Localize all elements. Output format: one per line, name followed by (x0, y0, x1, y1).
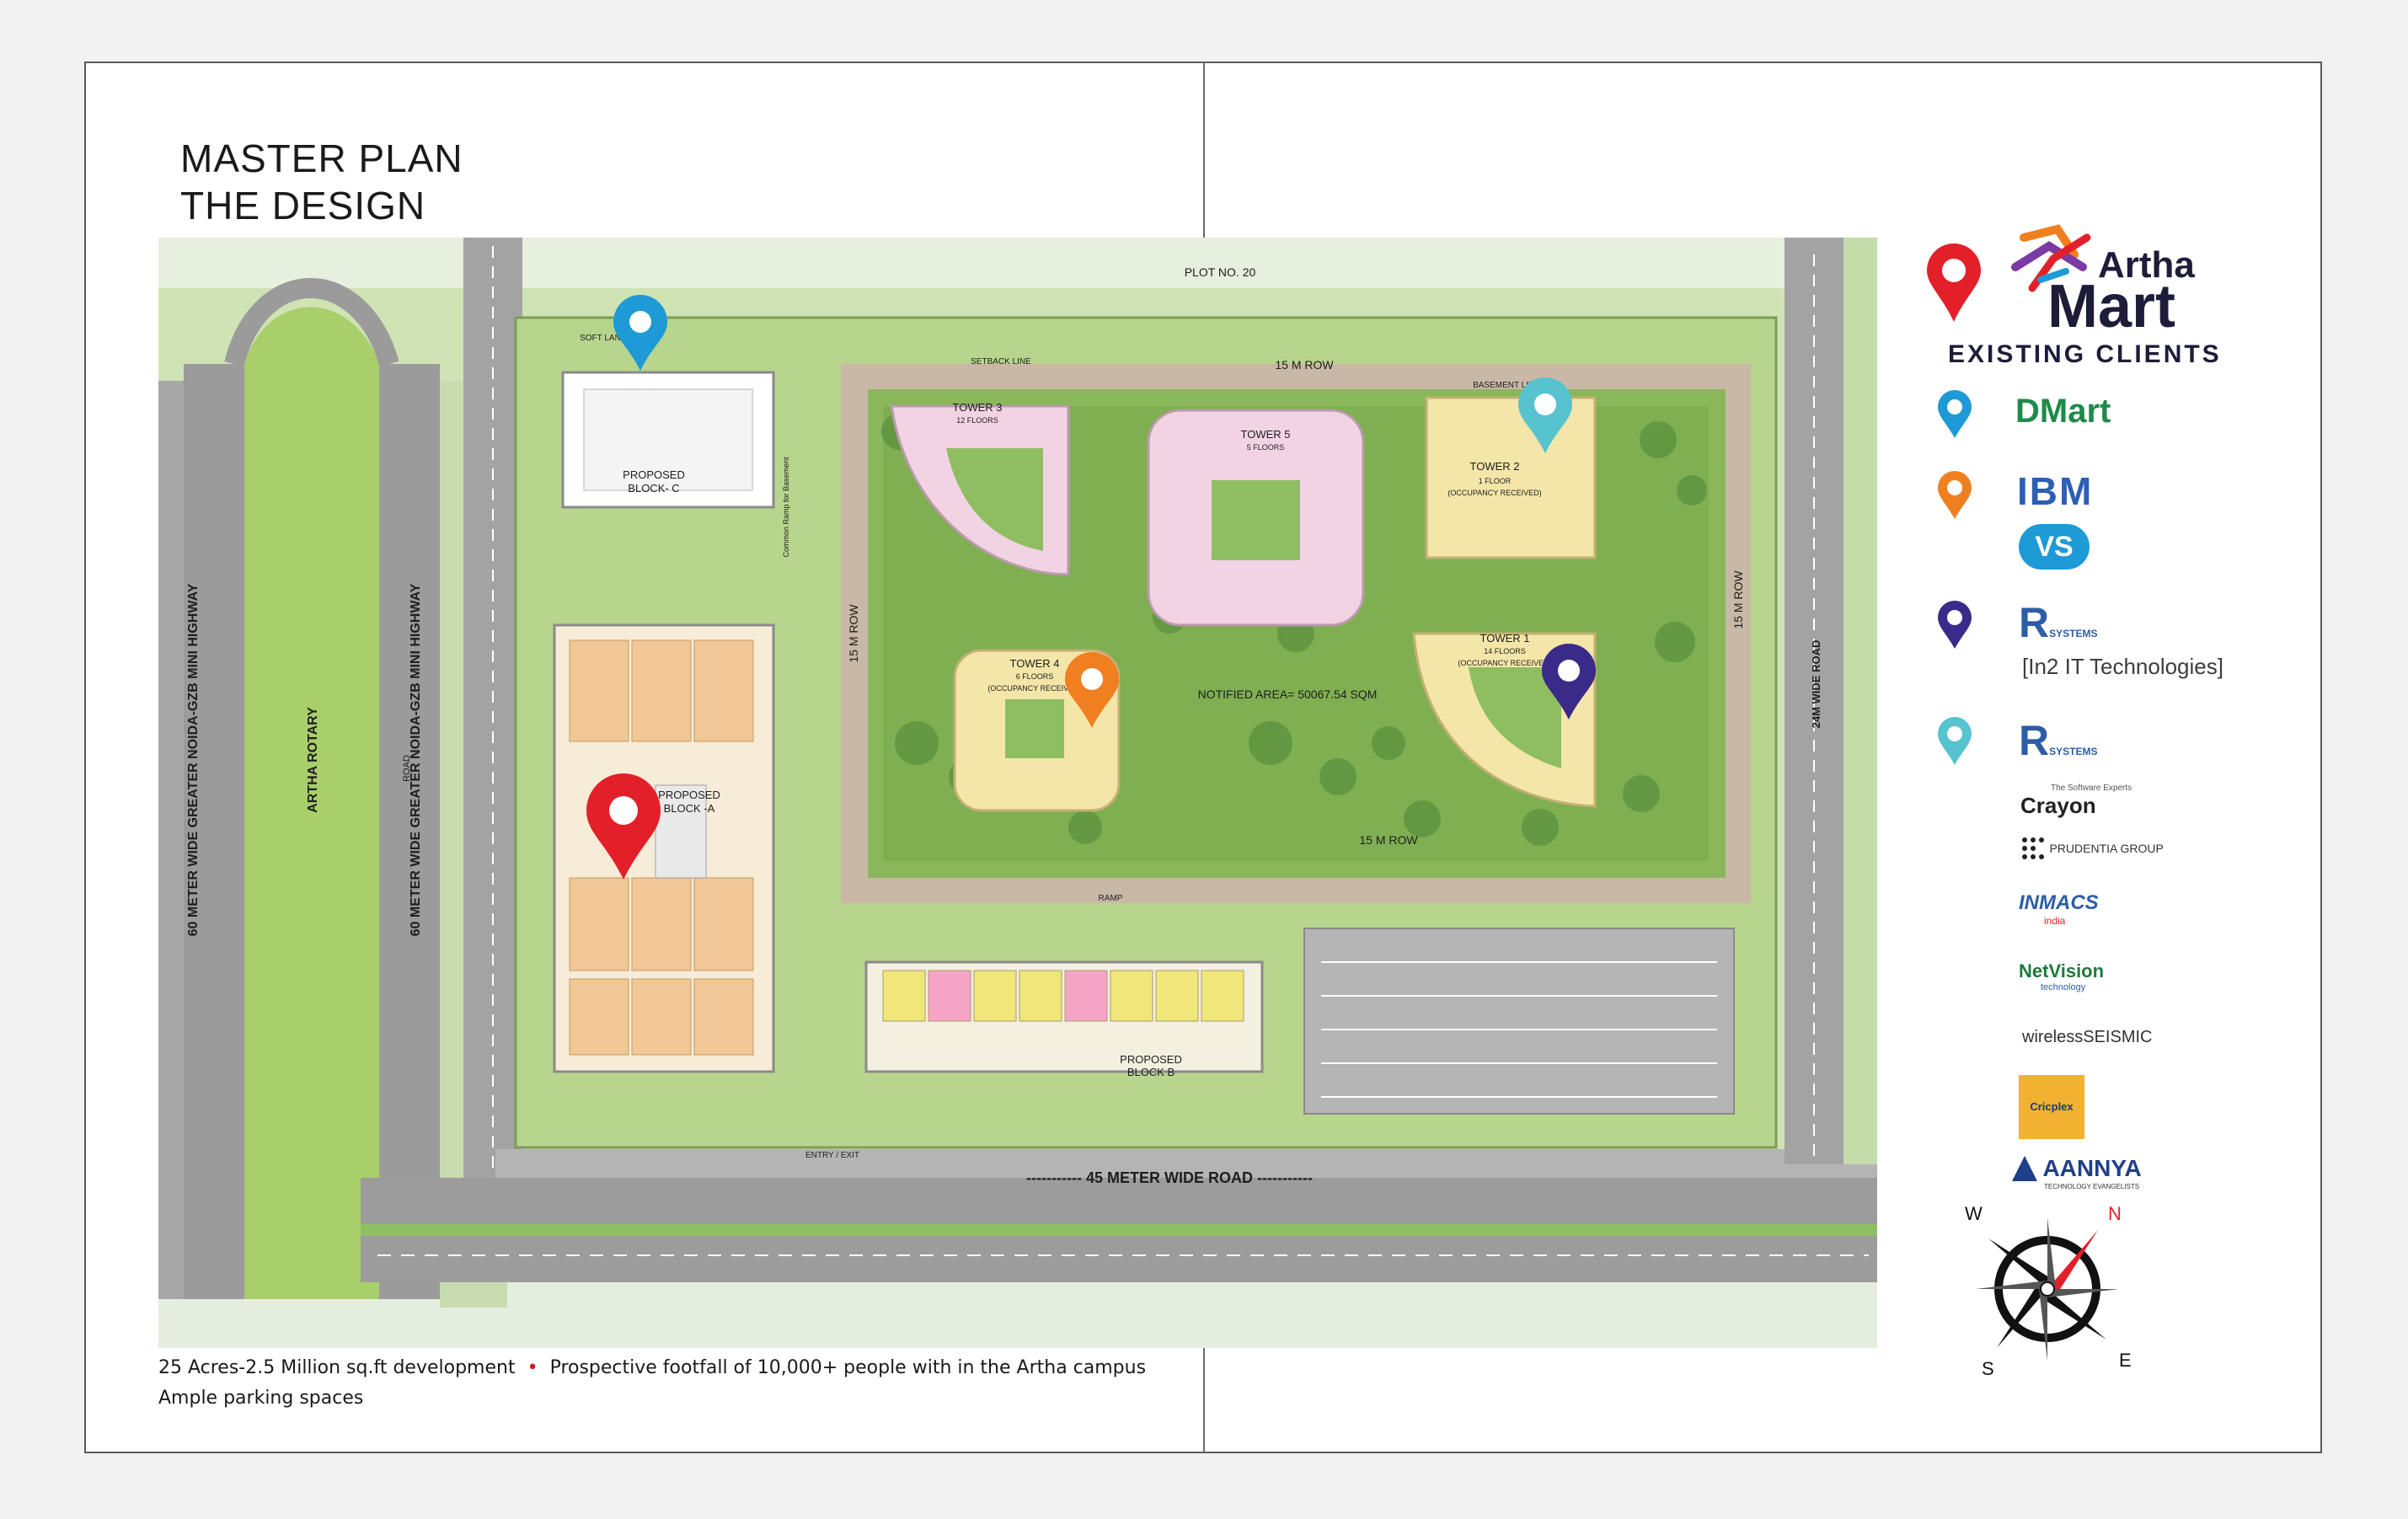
client-crayon-logo: The Software Experts Crayon (2020, 784, 2132, 819)
east-verge (1843, 238, 1877, 1164)
site-plan-drawing: PLOT NO. 20 SOFT LANDSCAPE 15 M ROW 15 M… (158, 238, 1877, 1348)
entry-label: ENTRY / EXIT (805, 1151, 859, 1160)
client-aannya-logo: AANNYA TECHNOLOGY EVANGELISTS (2010, 1154, 2142, 1190)
tower-2-floors: 1 FLOOR (1479, 477, 1512, 485)
block-a-label-1: PROPOSED (658, 789, 720, 801)
tower-5-courtyard (1212, 480, 1300, 560)
fact-area: 25 Acres-2.5 Million sq.ft development (158, 1357, 516, 1378)
row-right-label: 15 M ROW (1731, 570, 1745, 629)
client-inmacs-logo: INMACS india (2019, 891, 2099, 927)
client-cricplex-logo: Cricplex (2019, 1075, 2084, 1139)
45m-road-lane-2 (361, 1236, 1877, 1282)
parking-lot (1303, 928, 1735, 1115)
compass-rose-icon: N E S W (1965, 1203, 2132, 1379)
fact-parking: Ample parking spaces (158, 1388, 364, 1409)
crayon-tagline: The Software Experts (2051, 784, 2132, 793)
tower-4-name: TOWER 4 (1010, 657, 1060, 670)
tower-4-courtyard (1005, 699, 1064, 758)
block-a-label-2: BLOCK -A (664, 802, 715, 815)
client-r-systems-logo: RSYSTEMS (2019, 598, 2097, 647)
fact-footfall: Prospective footfall of 10,000+ people w… (549, 1357, 1147, 1378)
existing-clients-heading: EXISTING CLIENTS (1948, 340, 2222, 368)
45m-road-median (361, 1224, 1877, 1236)
r-systems-text-2: SYSTEMS (2049, 746, 2098, 757)
netvision-sub: technology (2041, 982, 2086, 992)
client-in2it-logo: [In2 IT Technologies] (2022, 654, 2223, 679)
tower-1-name: TOWER 1 (1480, 632, 1530, 645)
r-systems-mark: R (2019, 599, 2050, 646)
legend-pin-orange-icon (1938, 471, 1972, 519)
row-bottom-label: 15 M ROW (1359, 833, 1418, 847)
road-label: ROAD (402, 755, 412, 782)
artha-rotary-label: ARTHA ROTARY (306, 707, 320, 813)
bullet-dot: • (527, 1357, 538, 1378)
aannya-sub: TECHNOLOGY EVANGELISTS (2044, 1183, 2140, 1190)
block-c-label-1: PROPOSED (623, 468, 685, 481)
client-vs-logo: VS (2019, 524, 2090, 570)
tower-5-floors: 5 FLOORS (1247, 443, 1285, 452)
title-line-1: MASTER PLAN (180, 136, 463, 180)
tower-3-floors: 12 FLOORS (956, 416, 998, 425)
title-line-2: THE DESIGN (180, 184, 426, 227)
compass-n: N (2108, 1203, 2122, 1224)
brand-name-mart: Mart (2047, 273, 2176, 340)
plot-label: PLOT NO. 20 (1185, 265, 1256, 279)
crayon-name: Crayon (2020, 793, 2096, 818)
client-prudentia-logo: PRUDENTIA GROUP (2020, 836, 2164, 861)
project-facts: 25 Acres-2.5 Million sq.ft development • P… (158, 1353, 1146, 1414)
tower-2-status: (OCCUPANCY RECEIVED) (1447, 489, 1541, 497)
prudentia-dots-icon (2022, 837, 2044, 859)
block-b-label-2: BLOCK B (1127, 1066, 1175, 1078)
compass-s: S (1982, 1358, 1994, 1379)
compass-e: E (2119, 1350, 2132, 1371)
tower-2-name: TOWER 2 (1470, 460, 1520, 473)
prudentia-name: PRUDENTIA GROUP (2049, 842, 2164, 855)
page-title: MASTER PLAN THE DESIGN (180, 135, 463, 229)
client-wireless-seismic-logo: wirelessSEISMIC (2022, 1028, 2153, 1046)
master-plan-map: PLOT NO. 20 SOFT LANDSCAPE 15 M ROW 15 M… (158, 238, 1877, 1348)
highway-west-lane (158, 381, 184, 1299)
ramp-basement-label: Common Ramp for Basement (782, 457, 790, 558)
aannya-triangle-icon (2012, 1156, 2037, 1181)
block-b-label-1: PROPOSED (1120, 1053, 1182, 1066)
netvision-name: NetVision (2019, 960, 2105, 981)
r-systems-text: SYSTEMS (2049, 628, 2098, 639)
facts-line-1: 25 Acres-2.5 Million sq.ft development • P… (158, 1353, 1146, 1383)
setback-label: SETBACK LINE (971, 357, 1031, 366)
tower-1-status: (OCCUPANCY RECEIVED) (1458, 659, 1551, 667)
top-haze (158, 238, 1877, 288)
tower-4-floors: 6 FLOORS (1016, 672, 1054, 681)
r-systems-mark-2: R (2019, 717, 2050, 764)
inmacs-sub: india (2044, 915, 2066, 927)
row-left-label: 15 M ROW (847, 604, 860, 663)
brand-pin-icon (1927, 243, 1981, 322)
ramp-label: RAMP (1099, 894, 1123, 903)
client-ibm-logo: IBM (2017, 469, 2094, 513)
row-top-label: 15 M ROW (1275, 358, 1334, 372)
highway-label-1: 60 METER WIDE GREATER NOIDA-GZB MINI HIG… (186, 583, 201, 936)
tower-1-floors: 14 FLOORS (1484, 647, 1526, 655)
client-netvision-logo: NetVision technology (2019, 960, 2104, 992)
tower-3-name: TOWER 3 (953, 401, 1003, 414)
tower-5-name: TOWER 5 (1241, 428, 1291, 441)
compass-w: W (1965, 1203, 1983, 1224)
45m-road-label: ----------- 45 METER WIDE ROAD ---------… (1026, 1169, 1313, 1186)
inmacs-name: INMACS (2019, 891, 2099, 914)
notified-area-label: NOTIFIED AREA= 50067.54 SQM (1198, 687, 1378, 701)
legend-pin-blue-icon (1938, 390, 1972, 438)
24m-road-label: 24M WIDE ROAD (1810, 640, 1822, 729)
aannya-name: AANNYA (2042, 1155, 2142, 1181)
legend-pin-purple-icon (1938, 601, 1972, 649)
client-dmart-logo: DMart (2015, 393, 2111, 430)
legend-pin-teal-icon (1938, 717, 1972, 765)
block-c-label-2: BLOCK- C (628, 482, 679, 495)
client-r-systems-logo-2: RSYSTEMS (2019, 716, 2097, 765)
